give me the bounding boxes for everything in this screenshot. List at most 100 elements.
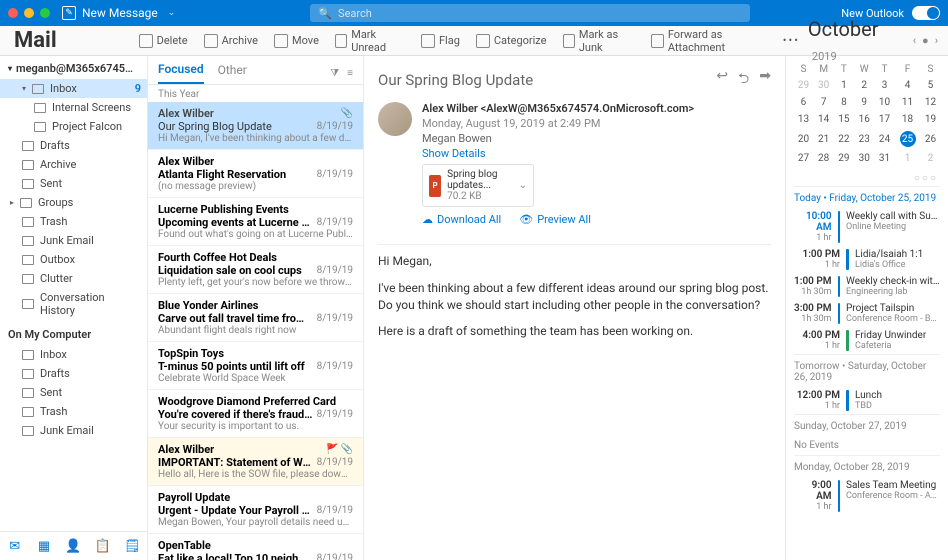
folder-drafts[interactable]: Drafts xyxy=(0,136,147,155)
show-details-link[interactable]: Show Details xyxy=(422,147,694,160)
mark-junk-button[interactable]: Mark as Junk xyxy=(555,26,644,55)
message-item[interactable]: Fourth Coffee Hot Deals Liquidation sale… xyxy=(148,246,363,294)
zoom-window[interactable] xyxy=(40,8,50,18)
calendar-day[interactable]: 25 xyxy=(894,128,921,150)
folder-outbox[interactable]: Outbox xyxy=(0,250,147,269)
folder-sent[interactable]: Sent xyxy=(0,174,147,193)
agenda-event[interactable]: 12:00 PM1 hr LunchTBD xyxy=(794,387,940,414)
calendar-day[interactable]: 20 xyxy=(794,128,813,150)
reply-button[interactable]: ↩ xyxy=(716,68,728,92)
archive-button[interactable]: Archive xyxy=(196,26,266,55)
calendar-day[interactable]: 31 xyxy=(875,150,894,167)
folder-project-falcon[interactable]: Project Falcon xyxy=(0,117,147,136)
more-actions-button[interactable]: ••• xyxy=(775,26,808,55)
calendar-day[interactable]: 22 xyxy=(834,128,853,150)
calendar-day[interactable]: 17 xyxy=(875,111,894,128)
calendar-day[interactable]: 4 xyxy=(894,77,921,94)
message-item[interactable]: Lucerne Publishing Events Upcoming event… xyxy=(148,198,363,246)
mark-unread-button[interactable]: Mark Unread xyxy=(327,26,413,55)
folder-inbox[interactable]: ▾Inbox9 xyxy=(0,79,147,98)
calendar-day[interactable]: 5 xyxy=(921,77,940,94)
flag-button[interactable]: Flag xyxy=(413,26,468,55)
agenda-event[interactable]: 4:00 PM1 hr Friday UnwinderCafeteria xyxy=(794,327,940,354)
calendar-day[interactable]: 24 xyxy=(875,128,894,150)
message-item[interactable]: Blue Yonder Airlines Carve out fall trav… xyxy=(148,294,363,342)
minimize-window[interactable] xyxy=(24,8,34,18)
message-item[interactable]: Alex Wilber🚩📎 IMPORTANT: Statement of Wo… xyxy=(148,438,363,486)
local-inbox[interactable]: Inbox xyxy=(0,345,147,364)
calendar-more-icon[interactable]: ○○○ xyxy=(786,171,948,186)
folder-archive[interactable]: Archive xyxy=(0,155,147,174)
folder-clutter[interactable]: Clutter xyxy=(0,269,147,288)
calendar-day[interactable]: 2 xyxy=(921,150,940,167)
tasks-module-button[interactable]: 📋 xyxy=(95,538,111,554)
new-message-button[interactable]: ✎ New Message ⌄ xyxy=(62,6,175,20)
calendar-day[interactable]: 16 xyxy=(853,111,875,128)
message-item[interactable]: OpenTable Eat like a local! Top 10 neigh… xyxy=(148,534,363,560)
prev-month-button[interactable]: ‹ xyxy=(913,34,916,47)
download-all-link[interactable]: ☁ Download All xyxy=(422,213,501,226)
today-button[interactable]: ● xyxy=(922,34,929,47)
message-item[interactable]: Alex Wilber Atlanta Flight Reservation8/… xyxy=(148,150,363,198)
local-junk[interactable]: Junk Email xyxy=(0,421,147,440)
calendar-day[interactable]: 12 xyxy=(921,94,940,111)
sort-icon[interactable]: ≡ xyxy=(347,68,353,79)
calendar-day[interactable]: 28 xyxy=(813,150,834,167)
folder-internal-screens[interactable]: Internal Screens xyxy=(0,98,147,117)
forward-attachment-button[interactable]: Forward as Attachment xyxy=(643,26,774,55)
calendar-module-button[interactable]: ▦ xyxy=(36,538,52,554)
agenda-event[interactable]: 3:00 PM1h 30m Project TailspinConference… xyxy=(794,300,940,327)
calendar-day[interactable]: 1 xyxy=(834,77,853,94)
calendar-day[interactable]: 3 xyxy=(875,77,894,94)
folder-history[interactable]: Conversation History xyxy=(0,288,147,320)
calendar-day[interactable]: 30 xyxy=(813,77,834,94)
delete-button[interactable]: Delete xyxy=(131,26,196,55)
folder-groups[interactable]: ▸Groups xyxy=(0,193,147,212)
new-outlook-toggle[interactable] xyxy=(912,6,940,20)
forward-button[interactable]: ➡ xyxy=(759,68,771,92)
notes-module-button[interactable]: 🗒 xyxy=(124,538,140,554)
calendar-day[interactable]: 30 xyxy=(853,150,875,167)
mail-module-button[interactable]: ✉ xyxy=(7,538,23,554)
calendar-day[interactable]: 10 xyxy=(875,94,894,111)
calendar-day[interactable]: 7 xyxy=(813,94,834,111)
chevron-down-icon[interactable]: ⌄ xyxy=(168,8,176,18)
calendar-day[interactable]: 11 xyxy=(894,94,921,111)
message-item[interactable]: Woodgrove Diamond Preferred Card You're … xyxy=(148,390,363,438)
account-header[interactable]: ▾meganb@M365x674574.on... xyxy=(0,56,147,79)
tab-other[interactable]: Other xyxy=(218,63,247,83)
tab-focused[interactable]: Focused xyxy=(158,62,204,84)
calendar-day[interactable]: 1 xyxy=(894,150,921,167)
calendar-day[interactable]: 21 xyxy=(813,128,834,150)
preview-all-link[interactable]: 👁 Preview All xyxy=(519,213,591,226)
close-window[interactable] xyxy=(8,8,18,18)
agenda-event[interactable]: 10:00 AM1 hr Weekly call with Subsidiar.… xyxy=(794,208,940,246)
attachment[interactable]: P Spring blog updates... 70.2 KB ⌄ xyxy=(422,164,534,207)
local-trash[interactable]: Trash xyxy=(0,402,147,421)
calendar-day[interactable]: 9 xyxy=(853,94,875,111)
agenda-event[interactable]: 1:00 PM1h 30m Weekly check-in with Engi.… xyxy=(794,273,940,300)
calendar-day[interactable]: 6 xyxy=(794,94,813,111)
calendar-day[interactable]: 19 xyxy=(921,111,940,128)
calendar-day[interactable]: 29 xyxy=(794,77,813,94)
calendar-day[interactable]: 29 xyxy=(834,150,853,167)
calendar-day[interactable]: 13 xyxy=(794,111,813,128)
people-module-button[interactable]: 👤 xyxy=(65,538,81,554)
reply-all-button[interactable]: ⮌ xyxy=(738,68,749,92)
folder-trash[interactable]: Trash xyxy=(0,212,147,231)
calendar-day[interactable]: 14 xyxy=(813,111,834,128)
message-item[interactable]: Alex Wilber📎 Our Spring Blog Update8/19/… xyxy=(148,102,363,150)
move-button[interactable]: Move xyxy=(266,26,327,55)
agenda-event[interactable]: 1:00 PM1 hr Lidia/Isaiah 1:1Lidia's Offi… xyxy=(794,246,940,273)
message-item[interactable]: Payroll Update Urgent - Update Your Payr… xyxy=(148,486,363,534)
calendar-day[interactable]: 26 xyxy=(921,128,940,150)
folder-junk[interactable]: Junk Email xyxy=(0,231,147,250)
calendar-day[interactable]: 2 xyxy=(853,77,875,94)
local-drafts[interactable]: Drafts xyxy=(0,364,147,383)
calendar-day[interactable]: 18 xyxy=(894,111,921,128)
calendar-day[interactable]: 27 xyxy=(794,150,813,167)
next-month-button[interactable]: › xyxy=(935,34,938,47)
attachment-menu-icon[interactable]: ⌄ xyxy=(519,180,527,191)
calendar-day[interactable]: 8 xyxy=(834,94,853,111)
calendar-day[interactable]: 15 xyxy=(834,111,853,128)
